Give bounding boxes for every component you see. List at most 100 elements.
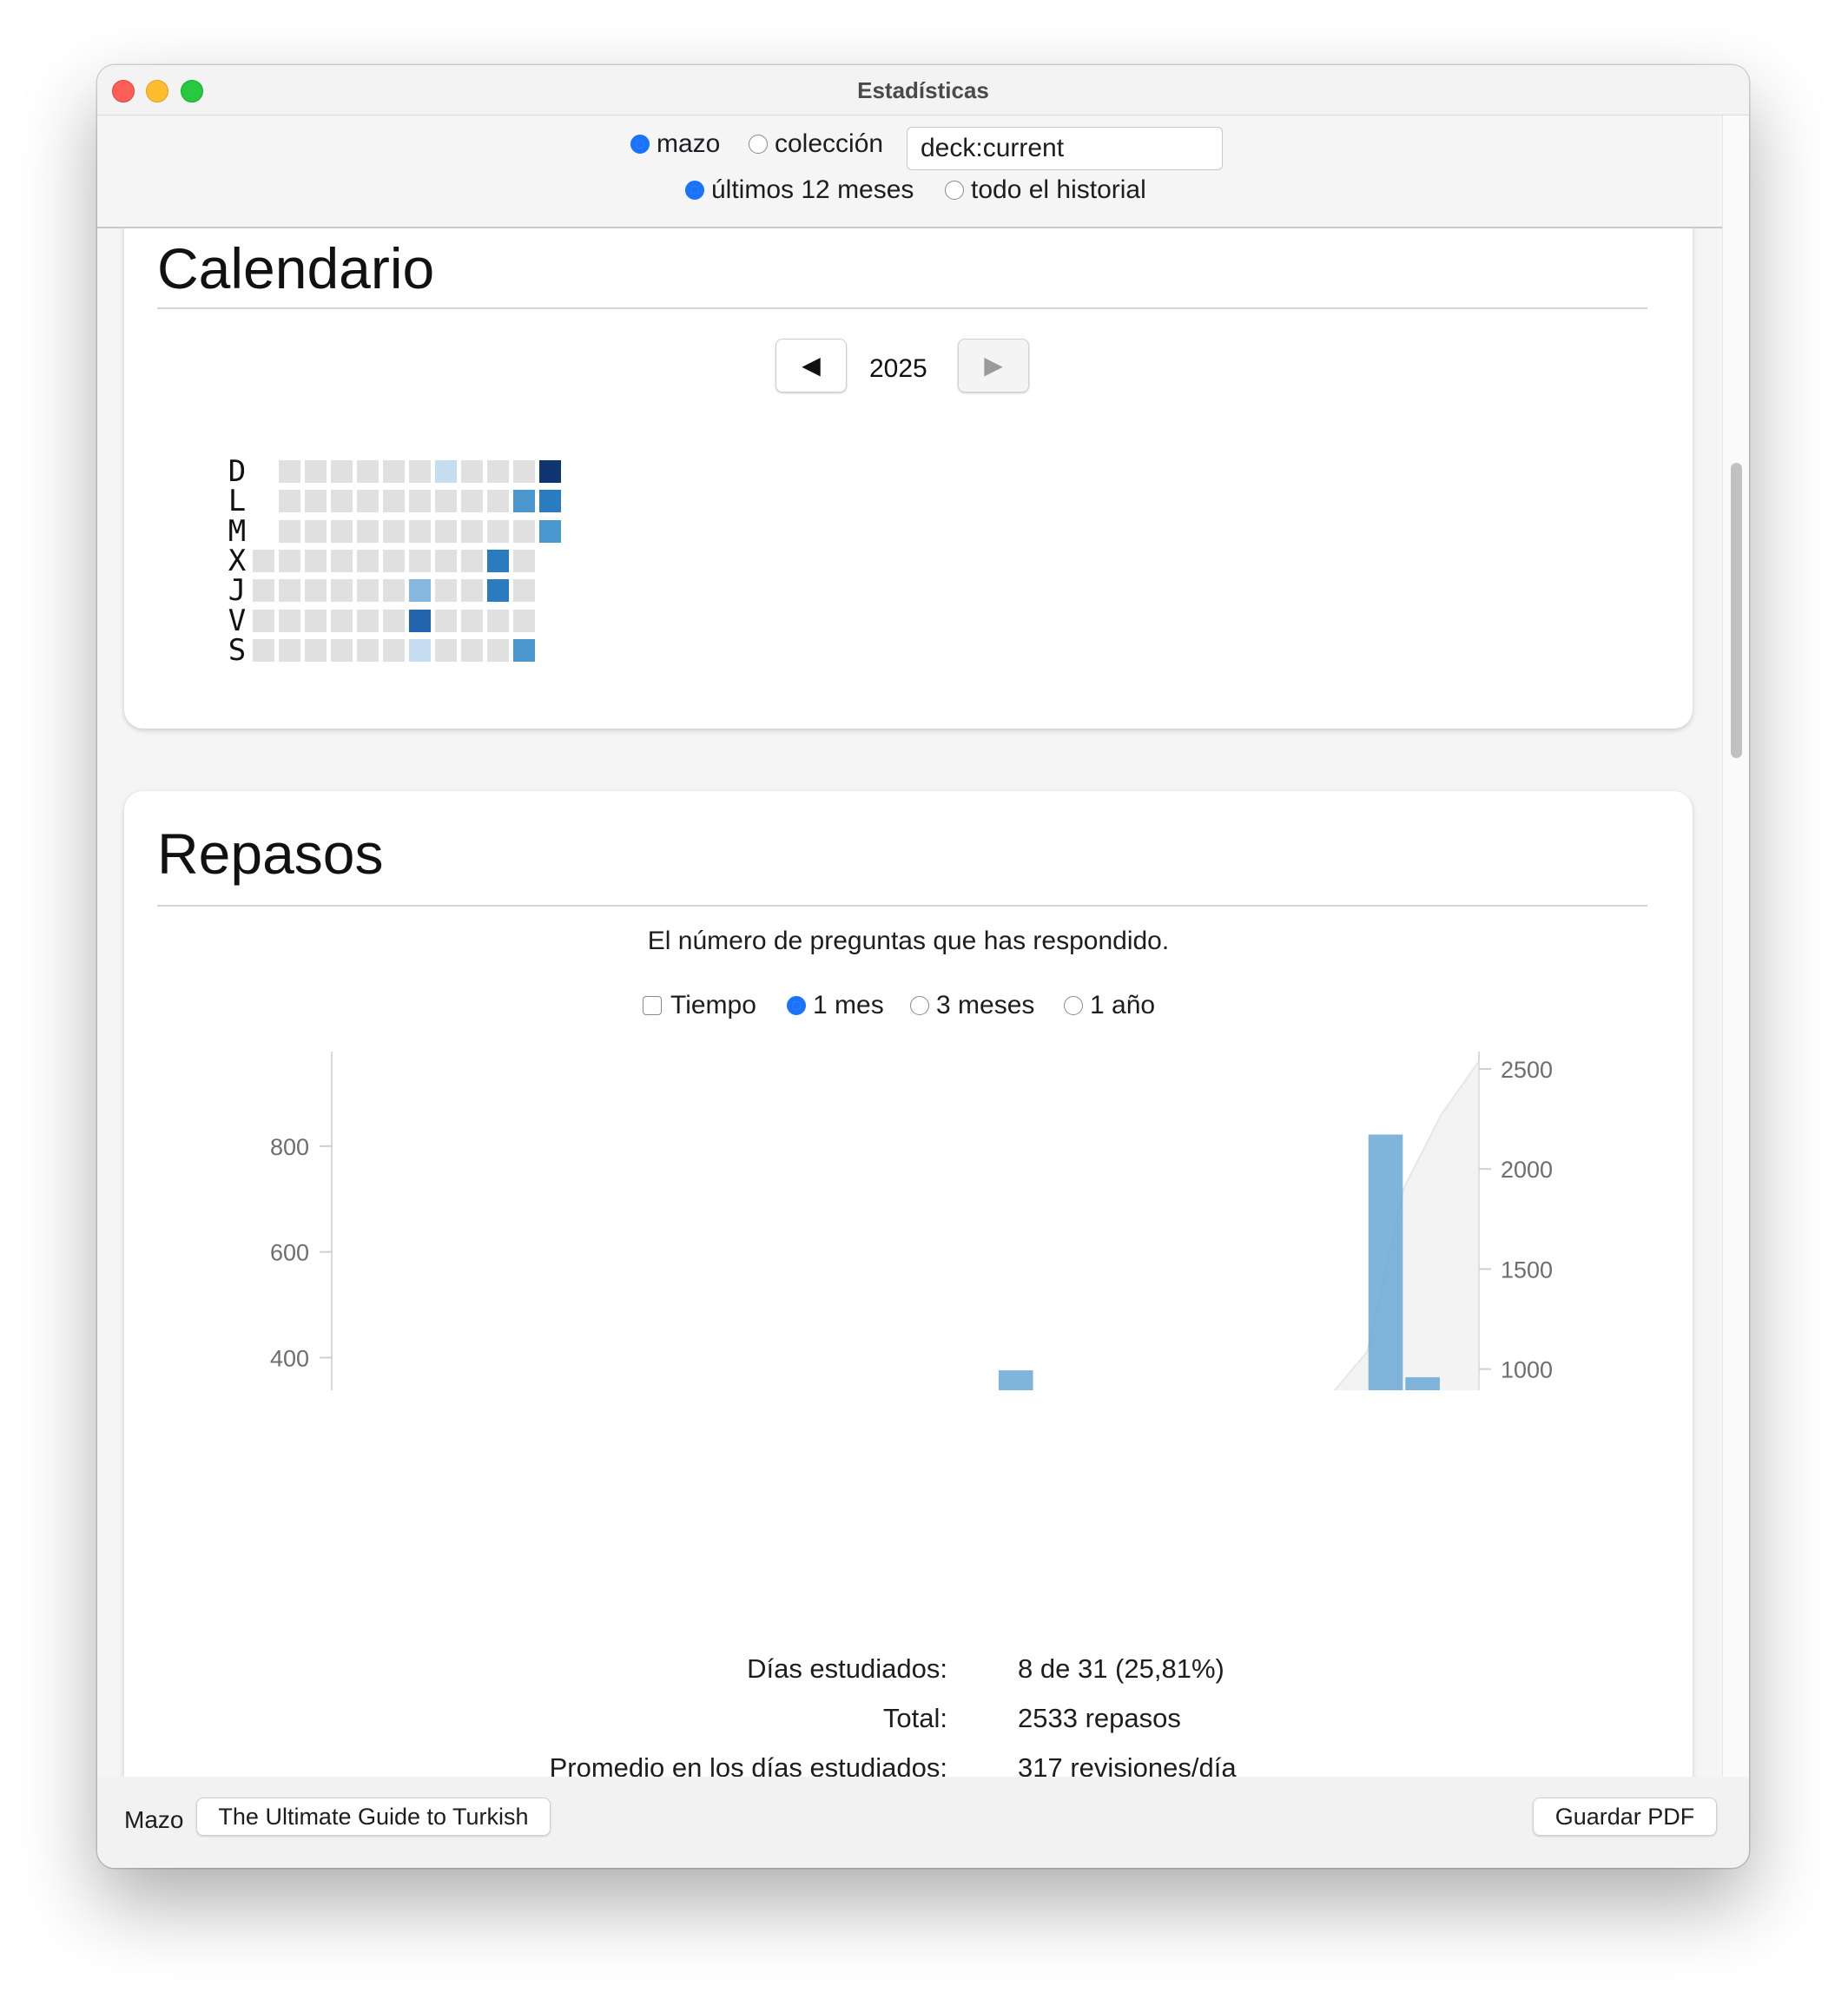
calendar-day-cell[interactable] [461,519,483,543]
calendar-day-cell[interactable] [487,519,509,543]
calendar-day-cell[interactable] [487,609,509,632]
calendar-day-cell[interactable] [513,490,535,513]
calendar-day-cell[interactable] [253,638,274,662]
calendar-day-cell[interactable] [383,519,405,543]
calendar-day-cell[interactable] [435,579,457,603]
calendar-day-cell[interactable] [409,609,431,632]
calendar-day-cell[interactable] [435,549,457,572]
calendar-day-cell[interactable] [383,490,405,513]
calendar-day-cell[interactable] [409,519,431,543]
calendar-day-cell[interactable] [305,490,327,513]
reviews-chart[interactable]: 020040060080005001000150020002500−30−25−… [124,791,1693,1390]
calendar-day-cell[interactable] [305,460,327,483]
stats-row: Total: 2533 repasos [124,1703,1693,1738]
calendar-day-cell[interactable] [357,579,379,603]
calendar-day-cell[interactable] [539,490,561,513]
reviews-card: Repasos El número de preguntas que has r… [124,791,1693,1777]
calendar-day-cell[interactable] [357,638,379,662]
scope-deck-radio[interactable] [630,135,650,154]
range-all-option[interactable]: todo el historial [945,175,1146,205]
calendar-day-cell[interactable] [539,519,561,543]
calendar-day-cell[interactable] [253,609,274,632]
calendar-day-cell[interactable] [331,549,353,572]
scope-collection-option[interactable]: colección [749,129,883,159]
calendar-day-cell[interactable] [513,579,535,603]
calendar-day-cell[interactable] [487,638,509,662]
calendar-day-cell[interactable] [279,638,300,662]
calendar-day-cell[interactable] [383,638,405,662]
calendar-day-label: S [228,632,247,668]
stats-content[interactable]: Calendario ◀ 2025 ▶ DLMXJVS Repasos El n… [97,227,1722,1777]
calendar-day-cell[interactable] [331,519,353,543]
calendar-day-cell[interactable] [461,549,483,572]
calendar-day-cell[interactable] [383,579,405,603]
calendar-day-cell[interactable] [279,609,300,632]
review-bar [1368,1134,1403,1390]
calendar-day-cell[interactable] [513,549,535,572]
next-year-button[interactable]: ▶ [958,339,1029,393]
scope-collection-label: colección [775,129,884,158]
calendar-day-cell[interactable] [409,549,431,572]
calendar-day-cell[interactable] [409,490,431,513]
calendar-day-cell[interactable] [357,609,379,632]
calendar-day-cell[interactable] [331,490,353,513]
range-12m-radio[interactable] [685,181,704,200]
prev-year-button[interactable]: ◀ [776,339,847,393]
calendar-day-cell[interactable] [357,490,379,513]
scrollbar-thumb[interactable] [1731,463,1742,758]
calendar-day-cell[interactable] [513,460,535,483]
calendar-day-cell[interactable] [435,490,457,513]
calendar-day-cell[interactable] [279,549,300,572]
calendar-day-cell[interactable] [253,579,274,603]
calendar-day-cell[interactable] [383,460,405,483]
calendar-day-cell[interactable] [331,638,353,662]
calendar-day-cell[interactable] [435,609,457,632]
save-pdf-button[interactable]: Guardar PDF [1533,1798,1717,1836]
calendar-day-cell[interactable] [279,519,300,543]
calendar-day-cell[interactable] [331,460,353,483]
calendar-day-cell[interactable] [487,460,509,483]
calendar-day-cell[interactable] [461,579,483,603]
calendar-day-cell[interactable] [305,638,327,662]
scope-collection-radio[interactable] [749,135,768,154]
calendar-day-cell[interactable] [253,549,274,572]
calendar-day-cell[interactable] [305,579,327,603]
range-12m-option[interactable]: últimos 12 meses [685,175,914,205]
calendar-day-cell[interactable] [513,609,535,632]
calendar-day-cell[interactable] [435,519,457,543]
calendar-day-cell[interactable] [539,460,561,483]
calendar-day-cell[interactable] [513,638,535,662]
calendar-day-cell[interactable] [487,549,509,572]
calendar-day-cell[interactable] [305,549,327,572]
calendar-day-cell[interactable] [461,490,483,513]
calendar-day-cell[interactable] [409,638,431,662]
calendar-day-cell[interactable] [357,460,379,483]
scrollbar[interactable] [1722,115,1749,1777]
calendar-day-cell[interactable] [513,519,535,543]
range-all-radio[interactable] [945,181,964,200]
search-input[interactable] [907,127,1223,170]
calendar-day-cell[interactable] [383,549,405,572]
calendar-day-cell[interactable] [279,490,300,513]
calendar-day-cell[interactable] [305,519,327,543]
stats-value: 317 revisiones/día [1018,1752,1237,1777]
calendar-day-cell[interactable] [435,638,457,662]
scope-deck-option[interactable]: mazo [630,129,720,159]
calendar-day-cell[interactable] [357,519,379,543]
calendar-day-cell[interactable] [305,609,327,632]
calendar-day-cell[interactable] [357,549,379,572]
calendar-day-cell[interactable] [331,609,353,632]
calendar-day-cell[interactable] [435,460,457,483]
calendar-day-cell[interactable] [409,460,431,483]
calendar-day-cell[interactable] [279,460,300,483]
deck-selector-button[interactable]: The Ultimate Guide to Turkish [196,1798,551,1836]
calendar-day-cell[interactable] [487,579,509,603]
calendar-day-cell[interactable] [461,609,483,632]
calendar-day-cell[interactable] [461,460,483,483]
calendar-day-cell[interactable] [461,638,483,662]
calendar-day-cell[interactable] [331,579,353,603]
calendar-day-cell[interactable] [409,579,431,603]
calendar-day-cell[interactable] [383,609,405,632]
calendar-day-cell[interactable] [279,579,300,603]
calendar-day-cell[interactable] [487,490,509,513]
